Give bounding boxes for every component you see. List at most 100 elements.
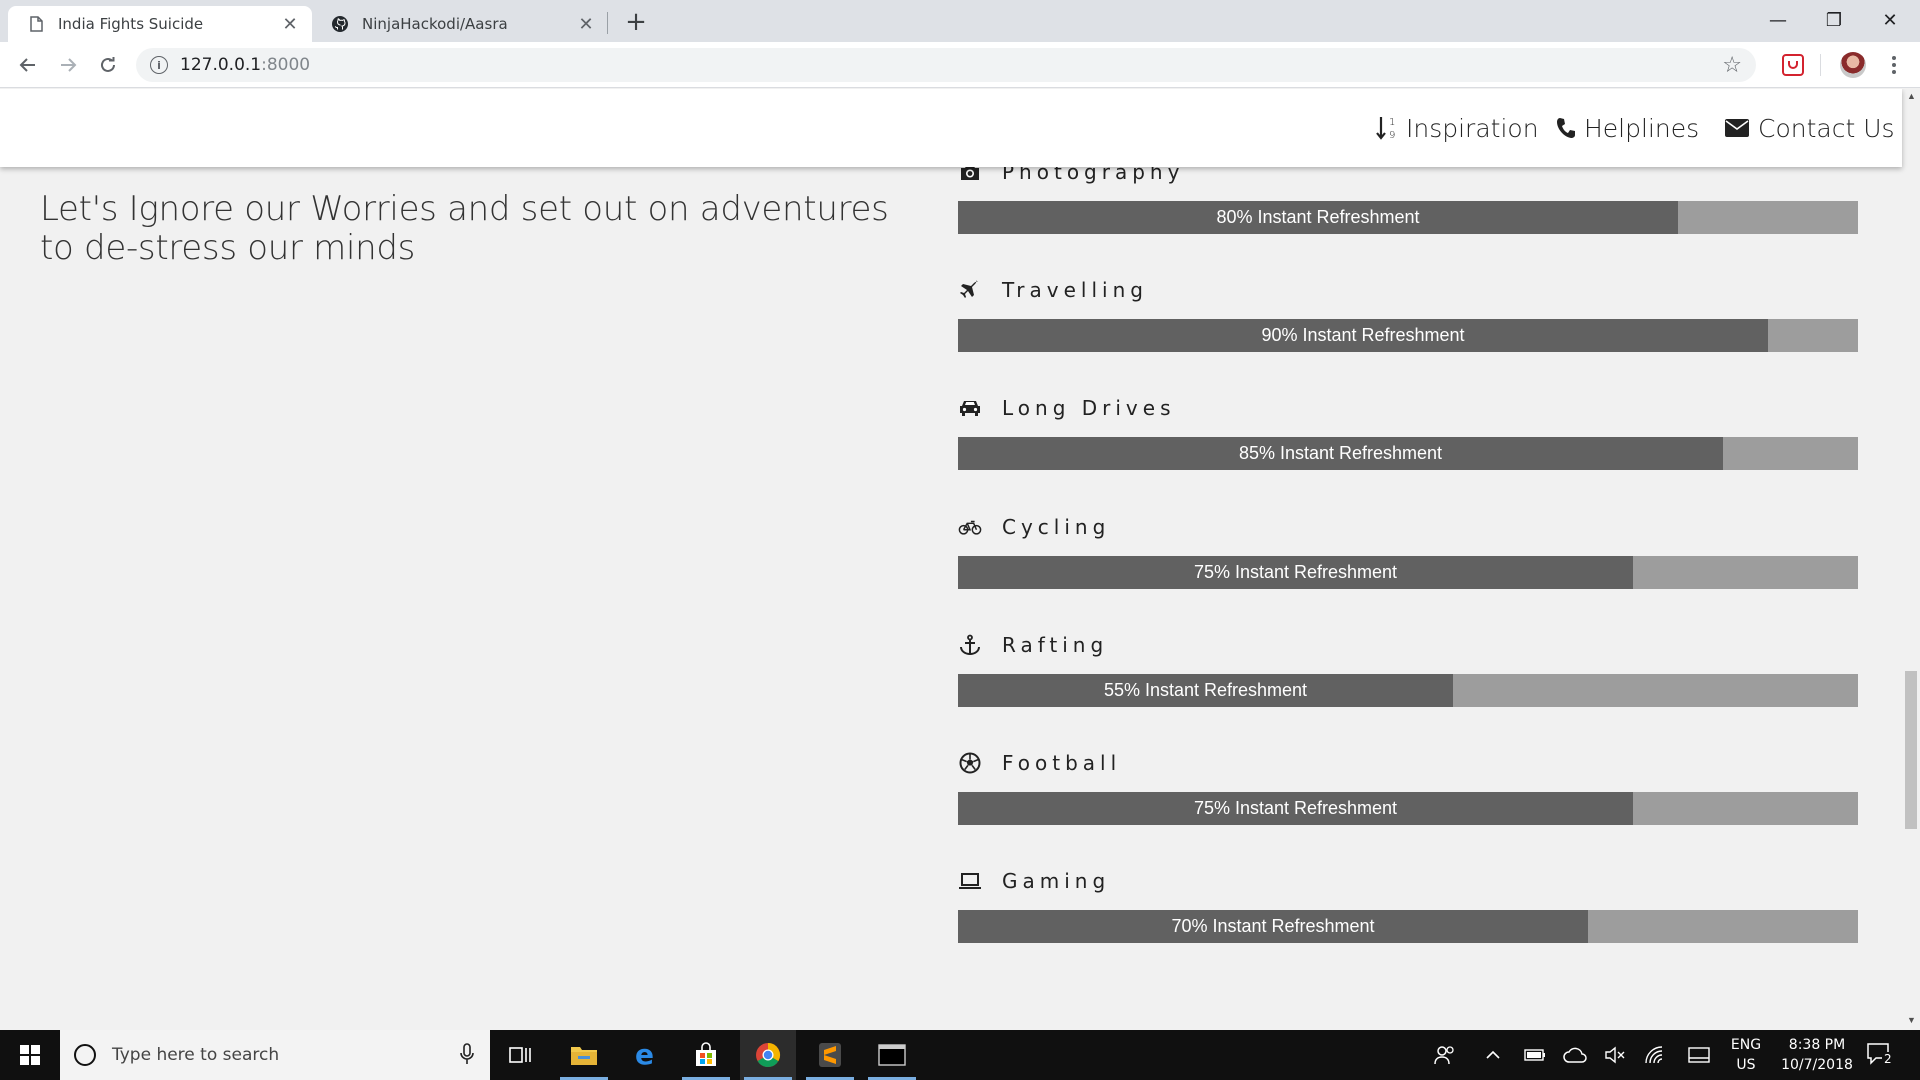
page-headline: Let's Ignore our Worries and set out on …	[40, 189, 889, 268]
svg-text:1: 1	[1389, 117, 1395, 128]
progress-bar-fill: 80% Instant Refreshment	[958, 201, 1678, 234]
skill-name: Rafting	[1002, 632, 1109, 657]
progress-bar-fill: 85% Instant Refreshment	[958, 437, 1723, 471]
envelope-icon	[1724, 118, 1750, 138]
laptop-icon	[958, 869, 982, 893]
progress-bar: 75% Instant Refreshment	[958, 792, 1858, 825]
store-bag-icon	[696, 1042, 716, 1066]
scroll-up-arrow-icon[interactable]: ▲	[1907, 91, 1916, 101]
nav-inspiration-label: Inspiration	[1406, 113, 1539, 143]
tab-close-icon[interactable]: ✕	[278, 12, 302, 36]
skill-name: Cycling	[1002, 514, 1111, 539]
action-center-button[interactable]: 2	[1866, 1042, 1894, 1068]
windows-logo-icon	[20, 1045, 40, 1065]
plane-icon	[958, 278, 982, 302]
microphone-icon[interactable]	[460, 1043, 474, 1070]
task-view-button[interactable]	[492, 1030, 548, 1080]
show-hidden-icons-chevron-icon[interactable]	[1480, 1030, 1506, 1080]
bicycle-icon	[958, 515, 982, 539]
close-window-button[interactable]: ✕	[1862, 0, 1918, 40]
language-code: ENG	[1730, 1037, 1762, 1053]
scroll-down-arrow-icon[interactable]: ▼	[1907, 1015, 1916, 1025]
page-viewport: 19 Inspiration Helplines Contact Us Let'…	[0, 89, 1920, 1030]
progress-bar: 90% Instant Refreshment	[958, 319, 1858, 353]
chrome-button[interactable]	[740, 1030, 796, 1080]
nav-contact-link[interactable]: Contact Us	[1724, 113, 1895, 143]
people-icon[interactable]	[1430, 1030, 1460, 1080]
nav-inspiration-link[interactable]: 19 Inspiration	[1376, 113, 1539, 143]
browser-toolbar: i 127.0.0.1:8000 ☆	[0, 42, 1920, 88]
svg-text:9: 9	[1389, 130, 1395, 141]
progress-bar: 85% Instant Refreshment	[958, 437, 1858, 471]
browser-tab-strip: India Fights Suicide ✕ NinjaHackodi/Aasr…	[0, 0, 1920, 42]
back-button[interactable]	[12, 49, 44, 81]
forward-button[interactable]	[52, 49, 84, 81]
svg-text:e: e	[635, 1042, 654, 1068]
skill-name: Long Drives	[1002, 396, 1176, 421]
football-icon	[958, 751, 982, 775]
browser-menu-icon[interactable]	[1884, 50, 1904, 80]
nav-helplines-link[interactable]: Helplines	[1556, 113, 1699, 143]
notification-count: 2	[1882, 1052, 1894, 1066]
new-tab-button[interactable]: +	[622, 7, 650, 37]
site-info-icon[interactable]: i	[150, 56, 168, 74]
progress-bar: 55% Instant Refreshment	[958, 673, 1858, 707]
toolbar-divider	[1820, 54, 1821, 76]
forward-arrow-icon	[61, 58, 77, 72]
tablet-mode-icon[interactable]	[1684, 1030, 1714, 1080]
volume-muted-icon[interactable]	[1600, 1030, 1630, 1080]
task-view-icon	[509, 1047, 531, 1063]
edge-icon: e	[635, 1042, 654, 1068]
input-language-indicator[interactable]: ENG US	[1724, 1035, 1768, 1075]
microsoft-store-button[interactable]	[678, 1030, 734, 1080]
progress-bar: 80% Instant Refreshment	[958, 201, 1858, 234]
progress-bar-fill: 75% Instant Refreshment	[958, 792, 1633, 825]
skill-name: Travelling	[1002, 278, 1148, 303]
progress-bar: 75% Instant Refreshment	[958, 555, 1858, 589]
tab-title: India Fights Suicide	[58, 15, 204, 33]
tab-github-aasra[interactable]: NinjaHackodi/Aasra ✕	[312, 6, 608, 42]
onedrive-cloud-icon[interactable]	[1560, 1030, 1590, 1080]
pocket-extension-icon[interactable]	[1782, 54, 1804, 76]
profile-avatar[interactable]	[1840, 52, 1866, 78]
keyboard-region: US	[1736, 1057, 1756, 1073]
skill-title: Long Drives	[958, 393, 1176, 423]
restore-button[interactable]: ❐	[1806, 0, 1862, 40]
system-clock[interactable]: 8:38 PM 10/7/2018	[1774, 1035, 1860, 1075]
file-explorer-button[interactable]	[556, 1030, 612, 1080]
wifi-icon[interactable]	[1640, 1030, 1670, 1080]
sublime-text-button[interactable]	[802, 1030, 858, 1080]
reload-button[interactable]	[92, 49, 124, 81]
windows-taskbar: Type here to search e ENG US 8:38 PM 10/…	[0, 1030, 1920, 1080]
bookmark-star-icon[interactable]: ☆	[1722, 53, 1742, 78]
taskbar-search-box[interactable]: Type here to search	[60, 1030, 490, 1080]
reload-icon	[101, 57, 115, 72]
skill-title: Cycling	[958, 512, 1110, 542]
tab-close-icon[interactable]: ✕	[574, 12, 598, 36]
phone-icon	[1556, 117, 1576, 139]
site-navbar: 19 Inspiration Helplines Contact Us	[0, 89, 1902, 167]
skill-title: Gaming	[958, 866, 1110, 896]
skill-name: Football	[1002, 751, 1122, 775]
sublime-icon	[819, 1043, 841, 1067]
nav-contact-label: Contact Us	[1758, 113, 1895, 143]
tab-india-fights-suicide[interactable]: India Fights Suicide ✕	[8, 6, 312, 42]
edge-browser-button[interactable]: e	[618, 1030, 674, 1080]
anchor-icon	[958, 633, 982, 657]
start-button[interactable]	[0, 1030, 60, 1080]
address-bar[interactable]: i 127.0.0.1:8000 ☆	[136, 48, 1756, 82]
document-icon	[28, 16, 44, 32]
back-arrow-icon	[19, 58, 35, 72]
clock-time: 8:38 PM	[1788, 1037, 1846, 1053]
chrome-icon	[756, 1043, 781, 1068]
terminal-button[interactable]	[864, 1030, 920, 1080]
progress-bar: 70% Instant Refreshment	[958, 910, 1858, 944]
nav-helplines-label: Helplines	[1584, 113, 1700, 143]
minimize-button[interactable]: —	[1750, 0, 1806, 40]
battery-icon[interactable]	[1520, 1030, 1550, 1080]
scrollbar-thumb[interactable]	[1905, 671, 1917, 829]
progress-bar-fill: 75% Instant Refreshment	[958, 555, 1633, 589]
search-placeholder: Type here to search	[112, 1045, 280, 1065]
page-scrollbar[interactable]: ▲ ▼	[1902, 89, 1920, 1030]
sort-numeric-icon: 19	[1376, 115, 1398, 141]
